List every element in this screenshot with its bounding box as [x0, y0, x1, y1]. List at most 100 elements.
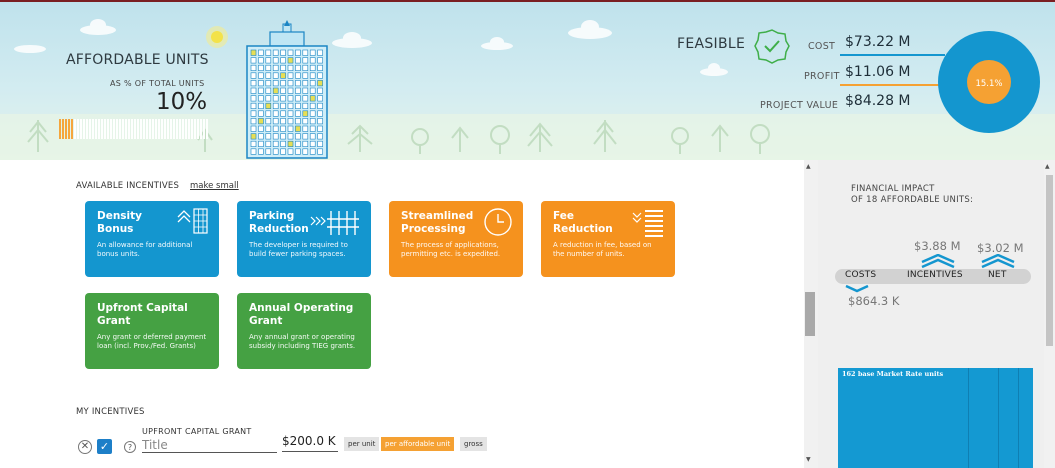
- incentive-card-density-bonus[interactable]: Density Bonus An allowance for additiona…: [85, 201, 219, 277]
- content-scroll-thumb[interactable]: [805, 292, 815, 336]
- financial-impact-title-line2: OF 18 AFFORDABLE UNITS:: [851, 195, 974, 205]
- market-unit-tick: [116, 119, 118, 139]
- window: [295, 72, 301, 79]
- make-small-link[interactable]: make small: [190, 181, 239, 191]
- window: [295, 102, 301, 109]
- window: [302, 102, 309, 109]
- option-per-unit[interactable]: per unit: [344, 437, 380, 451]
- window: [258, 140, 264, 147]
- window: [250, 118, 257, 125]
- scroll-up-arrow-icon[interactable]: ▲: [806, 163, 811, 170]
- incentive-amount[interactable]: $200.0 K: [282, 434, 338, 452]
- window: [295, 125, 301, 132]
- market-unit-tick: [167, 119, 169, 139]
- window: [280, 118, 286, 125]
- market-rate-units-label: 162 base Market Rate units: [842, 370, 944, 378]
- window: [280, 87, 286, 94]
- window: [295, 133, 301, 140]
- affordable-units-slider[interactable]: [59, 119, 208, 139]
- window: [258, 72, 264, 79]
- incentive-card-parking-reduction[interactable]: Parking Reduction The developer is requi…: [237, 201, 371, 277]
- window: [309, 140, 316, 147]
- market-unit-tick: [128, 119, 130, 139]
- incentive-card-fee-reduction[interactable]: Fee Reduction A reduction in fee, based …: [541, 201, 675, 277]
- window: [258, 102, 264, 109]
- project-value: $84.28 M: [845, 93, 911, 109]
- window: [258, 64, 264, 72]
- profit-label: PROFIT: [804, 71, 840, 82]
- window: [280, 110, 286, 117]
- window: [317, 95, 323, 102]
- incentive-title-input[interactable]: [142, 437, 277, 453]
- market-unit-tick: [80, 119, 82, 139]
- market-unit-tick: [107, 119, 109, 139]
- market-unit-tick: [152, 119, 154, 139]
- window: [295, 80, 301, 87]
- window: [272, 148, 279, 155]
- window: [309, 57, 316, 64]
- costs-label: COSTS: [845, 270, 877, 280]
- window: [287, 87, 294, 94]
- sun-icon: [206, 26, 228, 48]
- window: [265, 64, 272, 72]
- market-unit-tick: [86, 119, 88, 139]
- card-description: Any grant or deferred payment loan (incl…: [97, 333, 207, 350]
- pie-percent-label: 15.1%: [975, 79, 1002, 89]
- remove-incentive-icon[interactable]: ✕: [78, 440, 92, 454]
- window: [258, 49, 264, 56]
- incentive-card-annual-operating-grant[interactable]: Annual Operating Grant Any annual grant …: [237, 293, 371, 369]
- market-unit-tick: [101, 119, 103, 139]
- window: [302, 95, 309, 102]
- window: [309, 49, 316, 56]
- market-unit-tick: [173, 119, 175, 139]
- window: [302, 49, 309, 56]
- check-badge-icon: [754, 29, 790, 64]
- market-unit-tick: [110, 119, 112, 139]
- window: [280, 102, 286, 109]
- window: [287, 95, 294, 102]
- option-gross[interactable]: gross: [460, 437, 487, 451]
- window: [295, 140, 301, 147]
- affordable-unit-tick: [59, 119, 61, 139]
- market-unit-tick: [191, 119, 193, 139]
- affordable-percent: 10%: [156, 89, 208, 115]
- market-unit-tick: [149, 119, 151, 139]
- window: [272, 118, 279, 125]
- market-unit-tick: [89, 119, 91, 139]
- market-unit-tick: [182, 119, 184, 139]
- market-unit-tick: [206, 119, 208, 139]
- window: [272, 133, 279, 140]
- window: [250, 140, 257, 147]
- window: [250, 125, 257, 132]
- window: [265, 57, 272, 64]
- window: [265, 102, 272, 109]
- window: [317, 80, 323, 87]
- window: [287, 110, 294, 117]
- window: [317, 133, 323, 140]
- window: [250, 72, 257, 79]
- window: [258, 125, 264, 132]
- window: [265, 140, 272, 147]
- window: [272, 49, 279, 56]
- incentive-card-upfront-capital-grant[interactable]: Upfront Capital Grant Any grant or defer…: [85, 293, 219, 369]
- affordable-unit-tick: [65, 119, 67, 139]
- window: [258, 95, 264, 102]
- option-per-affordable-unit[interactable]: per affordable unit: [381, 437, 455, 451]
- window: [250, 87, 257, 94]
- scroll-down-arrow-icon[interactable]: ▼: [806, 456, 811, 463]
- card-title: Streamlined Processing: [401, 210, 474, 235]
- window: [317, 87, 323, 94]
- market-unit-tick: [125, 119, 127, 139]
- market-unit-tick: [119, 119, 121, 139]
- affordable-unit-tick: [68, 119, 70, 139]
- market-unit-tick: [200, 119, 202, 139]
- market-unit-tick: [98, 119, 100, 139]
- window: [258, 57, 264, 64]
- incentive-card-streamlined-processing[interactable]: Streamlined Processing The process of ap…: [389, 201, 523, 277]
- window: [272, 87, 279, 94]
- panel-scroll-up-arrow-icon[interactable]: ▲: [1045, 163, 1050, 170]
- incentive-enabled-checkbox[interactable]: ✓: [97, 439, 112, 454]
- panel-scroll-thumb[interactable]: [1046, 175, 1053, 346]
- financial-impact-title-line1: FINANCIAL IMPACT: [851, 184, 935, 194]
- help-icon[interactable]: ?: [124, 441, 136, 453]
